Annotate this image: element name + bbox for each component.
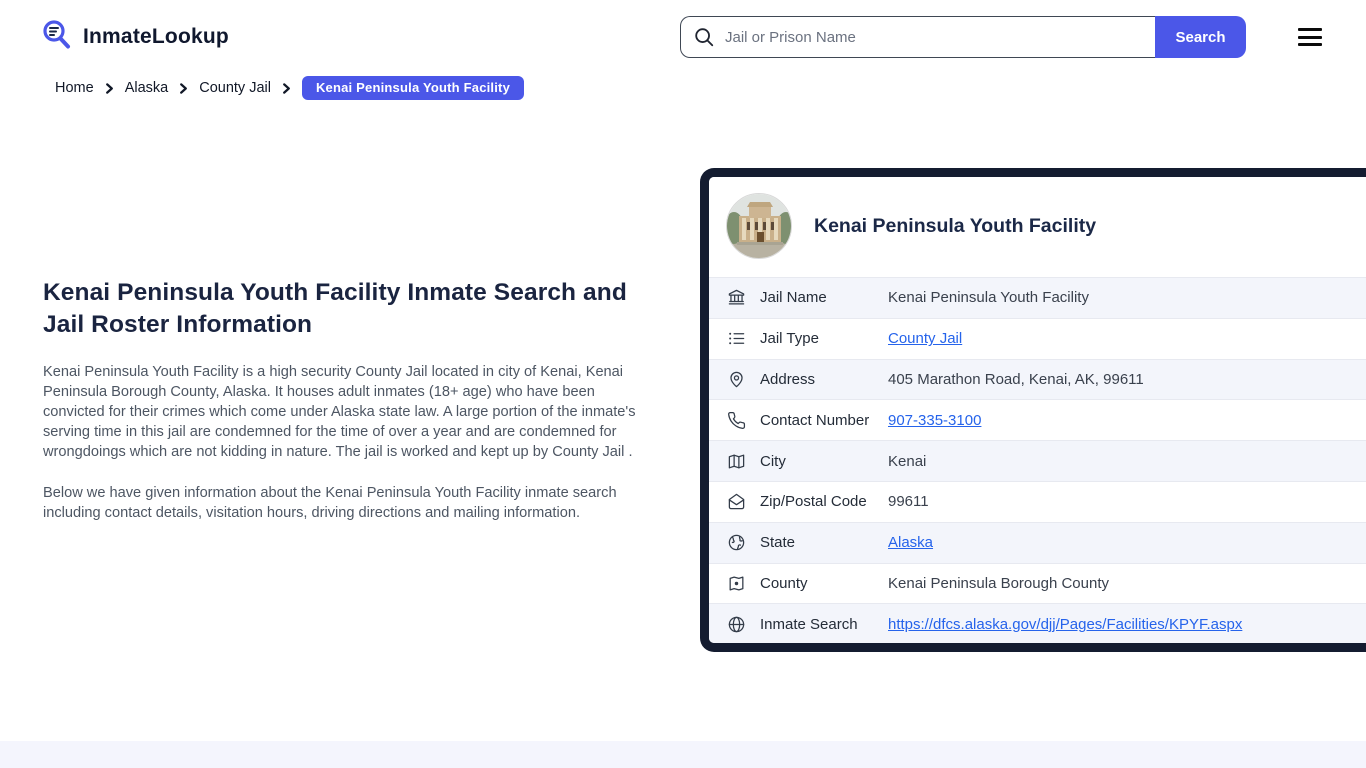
table-row-address: Address 405 Marathon Road, Kenai, AK, 99… [709,359,1366,400]
chevron-right-icon [281,83,292,94]
row-label: Contact Number [760,412,888,429]
row-label: Address [760,371,888,388]
chevron-right-icon [104,83,115,94]
bank-icon [727,288,746,307]
facility-card-header: Kenai Peninsula Youth Facility [709,177,1366,277]
row-label: Jail Name [760,289,888,306]
facility-card: Kenai Peninsula Youth Facility Jail Name… [700,168,1366,652]
table-row-inmate-search: Inmate Search https://dfcs.alaska.gov/dj… [709,603,1366,644]
breadcrumb-county-jail[interactable]: County Jail [199,80,271,96]
phone-icon [727,411,746,430]
brand-name: InmateLookup [83,25,229,49]
location-pin-icon [727,370,746,389]
breadcrumb-home[interactable]: Home [55,80,94,96]
breadcrumb-current-badge: Kenai Peninsula Youth Facility [302,76,524,100]
row-value: Kenai Peninsula Youth Facility [888,289,1089,306]
row-label: Inmate Search [760,616,888,633]
facility-photo [726,193,792,259]
web-icon [727,615,746,634]
globe-icon [727,533,746,552]
search-input[interactable] [680,16,1155,58]
page: InmateLookup Search Home Alaska County J… [0,0,1366,768]
row-label: City [760,453,888,470]
facility-card-title: Kenai Peninsula Youth Facility [814,215,1096,238]
chevron-right-icon [178,83,189,94]
row-label: County [760,575,888,592]
row-value: 99611 [888,493,929,510]
row-value: Kenai Peninsula Borough County [888,575,1109,592]
jail-type-link[interactable]: County Jail [888,330,962,347]
mail-icon [727,492,746,511]
state-link[interactable]: Alaska [888,534,933,551]
search-button[interactable]: Search [1155,16,1246,58]
article-paragraph-1: Kenai Peninsula Youth Facility is a high… [43,362,646,462]
table-row-jail-type: Jail Type County Jail [709,318,1366,359]
row-value: Kenai [888,453,926,470]
magnifier-logo-icon [40,18,74,57]
page-title: Kenai Peninsula Youth Facility Inmate Se… [43,277,646,341]
table-row-county: County Kenai Peninsula Borough County [709,563,1366,604]
row-value: 405 Marathon Road, Kenai, AK, 99611 [888,371,1144,388]
row-label: Jail Type [760,330,888,347]
brand-logo[interactable]: InmateLookup [40,18,229,57]
county-map-icon [727,574,746,593]
list-icon [727,329,746,348]
article: Kenai Peninsula Youth Facility Inmate Se… [43,277,646,523]
breadcrumb-alaska[interactable]: Alaska [125,80,169,96]
table-row-state: State Alaska [709,522,1366,563]
table-row-contact-number: Contact Number 907-335-3100 [709,399,1366,440]
hamburger-menu-icon[interactable] [1298,28,1322,46]
facility-info-table: Jail Name Kenai Peninsula Youth Facility… [709,277,1366,644]
table-row-zip: Zip/Postal Code 99611 [709,481,1366,522]
map-icon [727,452,746,471]
row-label: State [760,534,888,551]
row-label: Zip/Postal Code [760,493,888,510]
footer-strip [0,741,1366,768]
inmate-search-link[interactable]: https://dfcs.alaska.gov/djj/Pages/Facili… [888,616,1242,633]
table-row-city: City Kenai [709,440,1366,481]
contact-number-link[interactable]: 907-335-3100 [888,412,981,429]
breadcrumb: Home Alaska County Jail Kenai Peninsula … [55,76,524,100]
header: InmateLookup Search [0,0,1366,74]
table-row-jail-name: Jail Name Kenai Peninsula Youth Facility [709,277,1366,318]
search-bar: Search [680,16,1246,58]
article-paragraph-2: Below we have given information about th… [43,483,646,523]
